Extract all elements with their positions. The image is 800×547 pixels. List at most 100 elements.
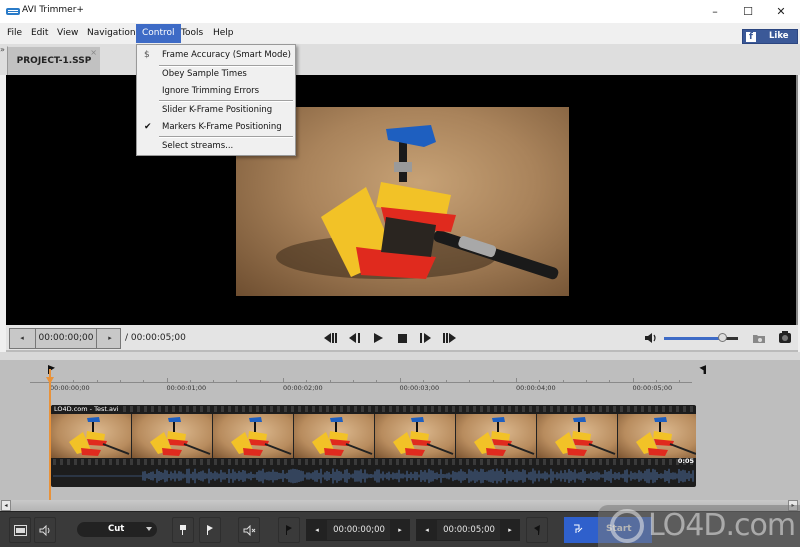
start-time-field[interactable]: ◂ 00:00:00;00 ▸ <box>306 519 410 541</box>
current-time-field[interactable]: ◂ 00:00:00;00 ▸ <box>9 328 121 349</box>
menu-tools[interactable]: Tools <box>175 24 209 43</box>
stop-button[interactable] <box>394 331 410 345</box>
current-time-value[interactable]: 00:00:00;00 <box>35 329 97 348</box>
end-time-prev-arrow-icon[interactable]: ◂ <box>417 520 437 540</box>
menu-view[interactable]: View <box>51 24 84 43</box>
facebook-like-label: Like <box>769 31 789 41</box>
major-tick <box>632 378 634 383</box>
snapshot-camera-button[interactable] <box>778 330 792 344</box>
film-sprocket-top <box>51 406 696 412</box>
marker-end-icon <box>534 525 540 535</box>
tab-strip: » PROJECT-1.SSP × <box>0 44 800 76</box>
volume-icon[interactable] <box>644 332 658 344</box>
tab-project[interactable]: PROJECT-1.SSP × <box>7 46 100 76</box>
minor-tick <box>119 380 121 383</box>
minor-tick <box>422 380 424 383</box>
maximize-button[interactable]: ☐ <box>731 0 765 23</box>
tick-label-2: 00:00:02;00 <box>283 384 323 392</box>
volume-slider[interactable] <box>664 333 738 342</box>
end-time-value[interactable]: 00:00:05;00 <box>438 520 500 540</box>
timeline[interactable]: 00:00:00;00 00:00:01;00 00:00:02;00 00:0… <box>0 360 800 500</box>
clip-thumbnail <box>537 414 618 458</box>
minor-tick <box>492 380 494 383</box>
go-to-end-button[interactable] <box>442 331 458 345</box>
start-time-value[interactable]: 00:00:00;00 <box>328 520 390 540</box>
clip-thumbnail <box>618 414 696 458</box>
clip-name: LO4D.com - Test.avi <box>52 405 121 414</box>
minor-tick <box>562 380 564 383</box>
menu-item-markers-kframe[interactable]: ✔ Markers K-Frame Positioning <box>137 119 295 136</box>
menu-item-obey-sample-times[interactable]: Obey Sample Times <box>137 66 295 83</box>
end-time-next-arrow-icon[interactable]: ▸ <box>500 520 520 540</box>
clip-thumbnail <box>213 414 294 458</box>
play-button[interactable] <box>370 331 386 345</box>
menu-item-label: Ignore Trimming Errors <box>162 86 260 96</box>
menu-file[interactable]: File <box>1 24 28 43</box>
marker-in-icon <box>180 525 186 535</box>
start-time-next-arrow-icon[interactable]: ▸ <box>390 520 410 540</box>
end-marker-flag[interactable] <box>699 365 707 374</box>
go-to-marker-button[interactable] <box>278 517 300 543</box>
menu-item-select-streams[interactable]: Select streams... <box>137 138 295 155</box>
speaker-icon <box>39 524 49 536</box>
next-frame-button[interactable] <box>418 331 434 345</box>
watermark-text: LO4D.com <box>648 508 796 543</box>
video-track-toggle[interactable] <box>9 517 31 543</box>
tick-label-5: 00:00:05;00 <box>632 384 673 392</box>
clip-thumbnail <box>132 414 213 458</box>
minor-tick <box>96 380 98 383</box>
volume-slider-thumb[interactable] <box>717 333 727 342</box>
minimize-button[interactable]: – <box>698 0 732 23</box>
panel-splitter[interactable] <box>0 352 800 360</box>
start-time-prev-arrow-icon[interactable]: ◂ <box>307 520 327 540</box>
menu-item-slider-kframe[interactable]: Slider K-Frame Positioning <box>137 102 295 119</box>
minor-tick <box>376 380 378 383</box>
minor-tick <box>329 380 331 383</box>
clip-thumbnails <box>51 414 696 458</box>
close-button[interactable]: ✕ <box>764 0 798 23</box>
end-time-field[interactable]: ◂ 00:00:05;00 ▸ <box>416 519 520 541</box>
video-clip[interactable]: LO4D.com - Test.avi 0:05 <box>51 405 696 487</box>
next-frame-arrow-icon[interactable]: ▸ <box>98 329 122 348</box>
volume-slider-fill <box>664 337 722 340</box>
clip-thumbnail <box>294 414 375 458</box>
end-marker-button[interactable] <box>526 517 548 543</box>
menu-item-frame-accuracy[interactable]: $ Frame Accuracy (Smart Mode) <box>137 47 295 64</box>
minor-tick <box>236 380 238 383</box>
menu-item-ignore-trimming-errors[interactable]: Ignore Trimming Errors <box>137 83 295 100</box>
maximize-icon: ☐ <box>743 5 753 18</box>
prev-frame-arrow-icon[interactable]: ◂ <box>10 329 34 348</box>
set-end-marker-button[interactable] <box>199 517 221 543</box>
go-to-start-button[interactable] <box>322 331 338 345</box>
audio-track-toggle[interactable] <box>34 517 56 543</box>
playhead[interactable] <box>49 369 51 500</box>
checkmark-icon: ✔ <box>144 122 152 132</box>
mode-select-dropdown[interactable]: Cut <box>77 522 157 537</box>
marker-out-icon <box>207 525 213 535</box>
facebook-like-button[interactable]: f Like <box>742 29 798 44</box>
tabs-overflow-icon[interactable]: » <box>0 45 5 54</box>
tab-project-label: PROJECT-1.SSP <box>16 56 92 66</box>
minimize-icon: – <box>712 5 718 18</box>
tab-close-icon[interactable]: × <box>90 39 97 67</box>
previous-frame-button[interactable] <box>346 331 362 345</box>
control-menu-dropdown: $ Frame Accuracy (Smart Mode) Obey Sampl… <box>136 44 296 156</box>
menu-help[interactable]: Help <box>207 24 240 43</box>
menu-control[interactable]: Control <box>136 24 181 43</box>
clip-thumbnail <box>375 414 456 458</box>
minor-tick <box>679 380 681 383</box>
watermark-globe-icon <box>610 509 644 543</box>
open-folder-button[interactable] <box>752 332 766 344</box>
set-start-marker-button[interactable] <box>172 517 194 543</box>
window-title: AVI Trimmer+ <box>22 5 84 15</box>
playhead-handle[interactable] <box>46 377 54 384</box>
mute-button[interactable] <box>238 517 260 543</box>
film-sprocket-bottom <box>51 459 696 465</box>
mute-icon <box>243 524 255 536</box>
total-duration: / 00:00:05;00 <box>125 333 186 343</box>
scroll-left-arrow-icon[interactable]: ◂ <box>1 500 11 511</box>
minor-tick <box>73 380 75 383</box>
player-controls: ◂ 00:00:00;00 ▸ / 00:00:05;00 <box>6 325 798 352</box>
minor-tick <box>609 380 611 383</box>
app-icon <box>6 8 20 15</box>
